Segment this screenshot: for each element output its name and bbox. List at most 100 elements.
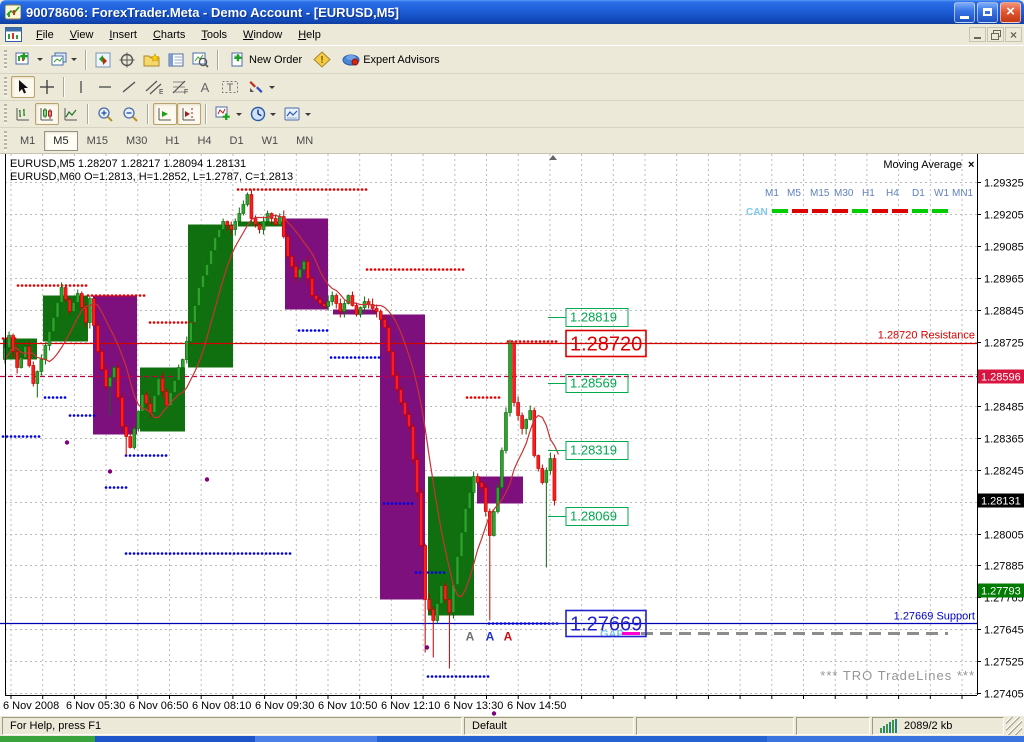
svg-text:6 Nov 14:50: 6 Nov 14:50 — [507, 700, 566, 712]
time-axis[interactable]: 6 Nov 2008 6 Nov 05:30 6 Nov 06:50 6 Nov 08… — [3, 695, 963, 712]
new-order-button[interactable]: New Order — [223, 49, 309, 71]
price-tags-layer: 1.28819 1.28720 1.28569 1.28319 1.28069 1.276… — [548, 308, 647, 638]
dropdown-caret — [270, 112, 276, 116]
timeframe-m30-button[interactable]: M30 — [117, 131, 156, 151]
svg-text:F: F — [184, 89, 188, 95]
timeframe-w1-button[interactable]: W1 — [253, 131, 288, 151]
indicators-button[interactable] — [211, 103, 246, 125]
terminal-button[interactable] — [164, 49, 188, 71]
timeframe-buttons: M1 M5 M15 M30 H1 H4 D1 W1 MN — [11, 130, 322, 151]
svg-text:1.28725: 1.28725 — [984, 338, 1024, 350]
menu-item-help[interactable]: Help — [290, 26, 329, 44]
strategy-tester-icon — [192, 52, 209, 68]
cursor-button[interactable] — [11, 76, 35, 98]
chart-canvas[interactable]: A A A GAP1.288191.287201.285691.283191.2806… — [0, 154, 1024, 716]
svg-text:6 Nov 2008: 6 Nov 2008 — [3, 700, 59, 712]
svg-text:6 Nov 12:10: 6 Nov 12:10 — [381, 700, 440, 712]
status-template[interactable]: Default — [464, 717, 634, 735]
crosshair-button[interactable] — [35, 76, 59, 98]
toolbar-grip[interactable] — [4, 104, 7, 124]
arrows-button[interactable] — [243, 76, 279, 98]
expert-advisors-button[interactable]: Expert Advisors — [335, 49, 446, 71]
metaeditor-button[interactable]: ! — [309, 49, 335, 71]
templates-button[interactable] — [280, 103, 315, 125]
equidistant-channel-button[interactable]: E — [141, 76, 167, 98]
timeframe-d1-button[interactable]: D1 — [221, 131, 253, 151]
application-window: 90078606: ForexTrader.Meta - Demo Accoun… — [0, 0, 1024, 742]
auto-scroll-icon — [158, 108, 171, 121]
child-restore-button[interactable] — [987, 27, 1004, 42]
close-button[interactable]: × — [1000, 1, 1021, 23]
child-close-button[interactable]: × — [1005, 27, 1022, 42]
svg-text:1.28720 Resistance: 1.28720 Resistance — [878, 330, 975, 342]
svg-text:1.28131: 1.28131 — [981, 496, 1021, 508]
timeframe-m5-button[interactable]: M5 — [44, 130, 78, 151]
zoom-in-icon — [98, 107, 113, 122]
toolbar-separator — [205, 104, 207, 124]
new-chart-button[interactable] — [11, 49, 47, 71]
zoom-out-button[interactable] — [118, 103, 143, 125]
candlestick-chart-button[interactable] — [35, 103, 59, 125]
svg-text:1.28596: 1.28596 — [981, 372, 1021, 384]
periods-button[interactable] — [246, 103, 280, 125]
menu-item-file[interactable]: File — [28, 26, 62, 44]
metaeditor-icon: ! — [313, 51, 331, 68]
status-help: For Help, press F1 — [2, 717, 462, 735]
menu-item-charts[interactable]: Charts — [145, 26, 193, 44]
menu-bar: File View Insert Charts Tools Window Help × — [0, 24, 1024, 46]
svg-text:1.28485: 1.28485 — [984, 402, 1024, 414]
vertical-line-button[interactable] — [69, 76, 93, 98]
zoom-in-button[interactable] — [93, 103, 118, 125]
chart-window-icon[interactable] — [5, 27, 22, 42]
equidistant-channel-icon: E — [145, 80, 163, 95]
child-restore-icon — [991, 30, 1001, 40]
profiles-button[interactable] — [47, 49, 81, 71]
toolbar-separator — [147, 104, 149, 124]
minimize-button[interactable] — [954, 1, 975, 23]
maximize-button[interactable] — [977, 1, 998, 23]
svg-text:1.27669: 1.27669 — [570, 614, 642, 636]
data-window-button[interactable] — [115, 49, 139, 71]
timeframe-mn-button[interactable]: MN — [287, 131, 322, 151]
resize-grip[interactable] — [1006, 717, 1022, 735]
trendline-button[interactable] — [117, 76, 141, 98]
market-watch-button[interactable] — [91, 49, 115, 71]
chart-shift-button[interactable] — [177, 103, 201, 125]
child-minimize-button[interactable] — [969, 27, 986, 42]
svg-text:D1: D1 — [912, 188, 925, 199]
timeframe-m1-button[interactable]: M1 — [11, 131, 44, 151]
horizontal-line-button[interactable] — [93, 76, 117, 98]
svg-text:M1: M1 — [765, 188, 779, 199]
close-icon: × — [1006, 3, 1015, 20]
strategy-tester-button[interactable] — [188, 49, 213, 71]
fibonacci-button[interactable]: F — [167, 76, 193, 98]
indicator-close-button[interactable]: × — [968, 159, 974, 171]
timeframe-m15-button[interactable]: M15 — [78, 131, 117, 151]
price-axis[interactable]: 1.29325 1.29205 1.29085 1.28965 1.28845 1.287… — [977, 178, 1024, 701]
toolbar-grip[interactable] — [4, 130, 7, 151]
mtf-indicator-layer: M1 M5 M15 M30 H1 H4 D1 W1 MN1 CAN — [746, 188, 974, 218]
text-button[interactable]: A — [193, 76, 217, 98]
timeframe-h1-button[interactable]: H1 — [156, 131, 188, 151]
menu-item-window[interactable]: Window — [235, 26, 290, 44]
text-label-button[interactable]: T — [217, 76, 243, 98]
timeframe-h4-button[interactable]: H4 — [188, 131, 220, 151]
svg-text:6 Nov 13:30: 6 Nov 13:30 — [444, 700, 503, 712]
menu-item-tools[interactable]: Tools — [193, 26, 235, 44]
bar-chart-button[interactable] — [11, 103, 35, 125]
vertical-line-icon — [80, 81, 82, 93]
taskbar-segment — [255, 736, 377, 742]
menu-item-insert[interactable]: Insert — [101, 26, 145, 44]
menu-item-view[interactable]: View — [62, 26, 102, 44]
taskbar-segment — [377, 736, 767, 742]
toolbar-grip[interactable] — [4, 49, 7, 70]
child-close-icon: × — [1009, 27, 1017, 42]
line-chart-button[interactable] — [59, 103, 83, 125]
auto-scroll-button[interactable] — [153, 103, 177, 125]
toolbar-grip[interactable] — [4, 77, 7, 97]
navigator-button[interactable] — [139, 49, 164, 71]
child-minimize-icon — [974, 37, 981, 39]
status-help-text: For Help, press F1 — [10, 720, 102, 732]
svg-text:M5: M5 — [787, 188, 801, 199]
dropdown-caret — [71, 58, 77, 61]
